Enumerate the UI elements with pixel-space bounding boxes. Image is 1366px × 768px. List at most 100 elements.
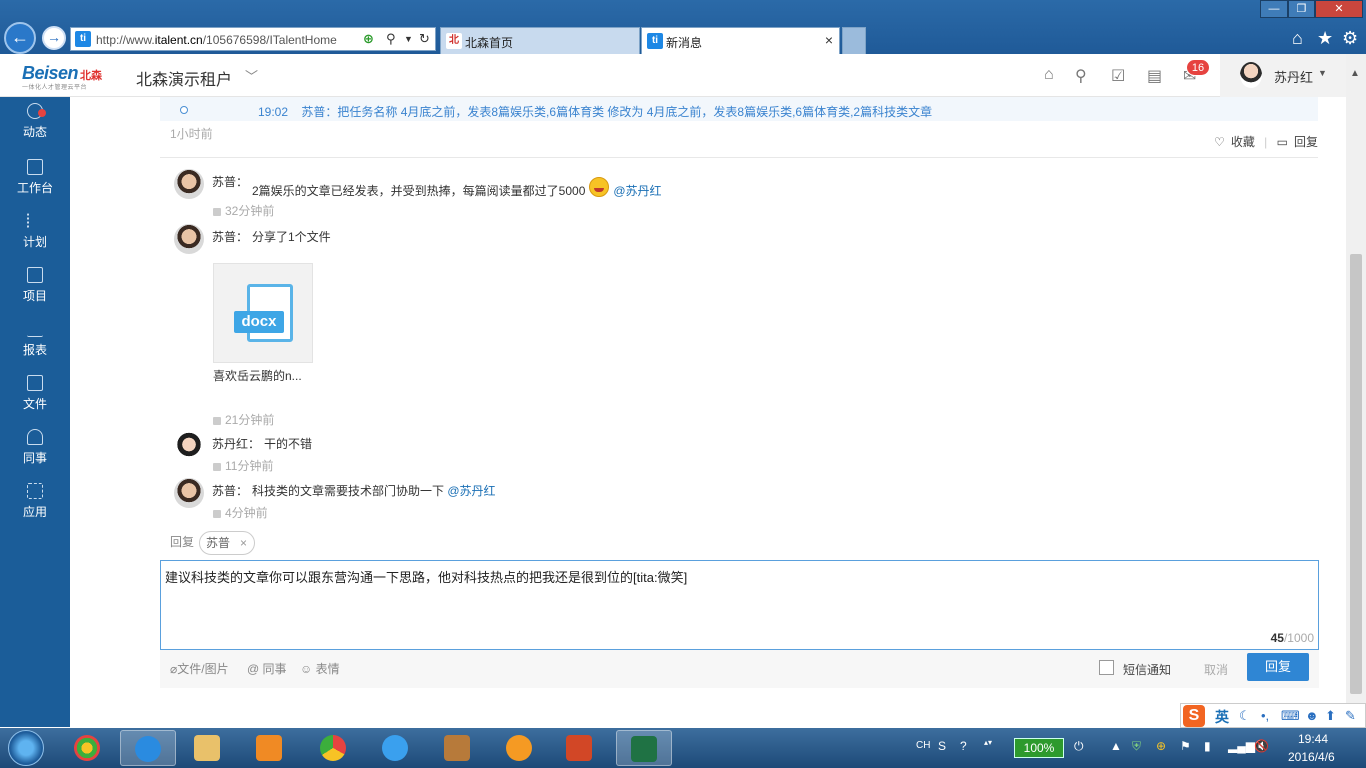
sidebar-item-workbench[interactable]: 工作台: [0, 159, 70, 213]
battery-indicator[interactable]: 100%: [1014, 738, 1064, 758]
taskbar-app-uc[interactable]: [492, 730, 548, 766]
ime-language[interactable]: 英: [1215, 707, 1229, 727]
address-bar[interactable]: ti http://www.italent.cn/105676598/ITale…: [70, 27, 436, 51]
heart-icon: ♡: [1214, 135, 1225, 149]
user-menu[interactable]: 苏丹红 ▼: [1220, 54, 1346, 97]
scroll-thumb[interactable]: [1350, 254, 1362, 694]
tray-expand-icon[interactable]: ▴▾: [984, 738, 992, 747]
sidebar-item-colleagues[interactable]: 同事: [0, 429, 70, 483]
home-icon[interactable]: ⌂: [1292, 28, 1303, 49]
unread-dot: [38, 109, 46, 117]
user-icon[interactable]: ☻: [1305, 708, 1319, 723]
device-icon[interactable]: ▮: [1204, 739, 1211, 753]
tab-beisen-home[interactable]: 北 北森首页: [440, 27, 640, 54]
mention-link[interactable]: @苏丹红: [447, 484, 495, 498]
tab-new-message[interactable]: ti 新消息 ×: [641, 27, 840, 54]
clock-date[interactable]: 2016/4/6: [1288, 750, 1335, 764]
show-hidden-icons[interactable]: ▲: [1110, 739, 1122, 753]
sidebar-item-label: 报表: [22, 343, 47, 357]
shirt-icon[interactable]: ⬆: [1325, 708, 1336, 724]
taskbar: CH S ? ▴▾ 100% ⏻ ▲ ⛨ ⊕ ⚑ ▮ ▂▄▆ 🔇 19:44 2…: [0, 728, 1366, 768]
reply-text[interactable]: 建议科技类的文章你可以跟东营沟通一下思路，他对科技热点的把我还是很到位的[tit…: [165, 567, 687, 586]
sidebar-item-apps[interactable]: 应用: [0, 483, 70, 537]
taskbar-app-owl[interactable]: [430, 730, 486, 766]
taskbar-app-picasa[interactable]: [60, 730, 116, 766]
new-tab-button[interactable]: [842, 27, 866, 54]
list-icon: [27, 213, 43, 229]
taskbar-app-ie[interactable]: [120, 730, 176, 766]
tray-language[interactable]: CH: [916, 740, 930, 751]
maximize-button[interactable]: ❐: [1288, 0, 1315, 18]
taskbar-app-explorer[interactable]: [180, 730, 236, 766]
site-icon: ti: [75, 31, 91, 47]
punctuation-icon[interactable]: •,: [1261, 708, 1269, 723]
compatibility-icon[interactable]: ⊕: [363, 31, 374, 47]
sidebar-item-plan[interactable]: 计划: [0, 213, 70, 267]
mention-colleague-button[interactable]: @ 同事: [247, 660, 287, 677]
sogou-logo-icon[interactable]: S: [1183, 705, 1205, 727]
cancel-button[interactable]: 取消: [1204, 661, 1228, 678]
sogou-tray-icon[interactable]: S: [938, 739, 946, 753]
search-icon[interactable]: ⚲: [1075, 66, 1087, 86]
flag-icon[interactable]: ⚑: [1180, 739, 1191, 753]
close-icon[interactable]: ×: [240, 532, 247, 554]
volume-muted-icon[interactable]: 🔇: [1254, 739, 1269, 753]
sidebar-item-report[interactable]: 报表: [0, 321, 70, 375]
minimize-button[interactable]: —: [1260, 0, 1288, 18]
mention-link[interactable]: @苏丹红: [613, 184, 661, 198]
excel-icon: [631, 736, 657, 762]
reply-link[interactable]: 回复: [1294, 135, 1318, 149]
close-window-button[interactable]: ✕: [1315, 0, 1363, 18]
clock-time[interactable]: 19:44: [1298, 732, 1328, 746]
reply-target-chip[interactable]: 苏普 ×: [199, 531, 256, 555]
sms-checkbox[interactable]: [1099, 660, 1114, 675]
plus-circle-icon[interactable]: ⊕: [1156, 739, 1166, 753]
moon-icon[interactable]: ☾: [1239, 708, 1251, 724]
dropdown-icon[interactable]: ▼: [404, 34, 413, 44]
start-button[interactable]: [8, 730, 44, 766]
url-text[interactable]: http://www.italent.cn/105676598/ITalentH…: [96, 33, 358, 47]
reply-textarea[interactable]: 建议科技类的文章你可以跟东营沟通一下思路，他对科技热点的把我还是很到位的[tit…: [160, 560, 1319, 650]
comment-author: 苏普：: [212, 175, 249, 189]
help-icon[interactable]: ?: [960, 739, 967, 753]
pinwheel-icon: [74, 735, 100, 761]
page-scrollbar[interactable]: ▲: [1346, 54, 1366, 727]
favorites-star-icon[interactable]: ★: [1317, 28, 1333, 49]
keyboard-icon[interactable]: ⌨: [1281, 708, 1300, 724]
taskbar-app-chrome[interactable]: [306, 730, 362, 766]
sidebar-item-project[interactable]: 项目: [0, 267, 70, 321]
emoji-button[interactable]: ☺ 表情: [300, 660, 340, 677]
forward-button[interactable]: →: [42, 26, 66, 50]
file-attachment[interactable]: docx: [213, 263, 313, 363]
home-icon[interactable]: ⌂: [1044, 66, 1054, 84]
scroll-up-icon[interactable]: ▲: [1350, 68, 1360, 79]
approval-icon[interactable]: ☑: [1111, 66, 1125, 86]
notification-badge: 16: [1186, 59, 1210, 76]
shield-icon[interactable]: ⛨: [1132, 739, 1141, 754]
logo-cn: 北森: [80, 70, 103, 82]
sidebar-item-files[interactable]: 文件: [0, 375, 70, 429]
refresh-icon[interactable]: ↻: [419, 31, 430, 47]
taskbar-app-powerpoint[interactable]: [552, 730, 608, 766]
monitor-icon: [27, 159, 43, 175]
favorite-button[interactable]: 收藏: [1231, 135, 1255, 149]
taskbar-app-excel[interactable]: [616, 730, 672, 766]
documents-icon[interactable]: ▤: [1147, 66, 1162, 86]
attach-file-button[interactable]: ⌀文件/图片: [170, 660, 229, 677]
sidebar-item-feed[interactable]: 动态: [0, 103, 70, 157]
search-icon[interactable]: ⚲: [386, 31, 396, 47]
close-tab-icon[interactable]: ×: [825, 32, 833, 48]
taskbar-app-media[interactable]: [242, 730, 298, 766]
settings-gear-icon[interactable]: ⚙: [1342, 28, 1358, 49]
beisen-logo[interactable]: Beisen 北森 一体化人才管理云平台: [22, 63, 102, 91]
wrench-icon[interactable]: ✎: [1345, 708, 1356, 724]
submit-reply-button[interactable]: 回复: [1247, 653, 1309, 681]
file-name[interactable]: 喜欢岳云鹏的n...: [213, 367, 302, 384]
taskbar-app-ie2[interactable]: [368, 730, 424, 766]
power-plug-icon[interactable]: ⏻: [1074, 739, 1084, 754]
tenant-name[interactable]: 北森演示租户: [136, 66, 232, 90]
signal-icon[interactable]: ▂▄▆: [1228, 739, 1255, 753]
chevron-down-icon[interactable]: ﹀: [245, 66, 258, 85]
ime-toolbar[interactable]: S 英 ☾ •, ⌨ ☻ ⬆ ✎: [1180, 703, 1366, 728]
back-button[interactable]: ←: [4, 22, 36, 54]
